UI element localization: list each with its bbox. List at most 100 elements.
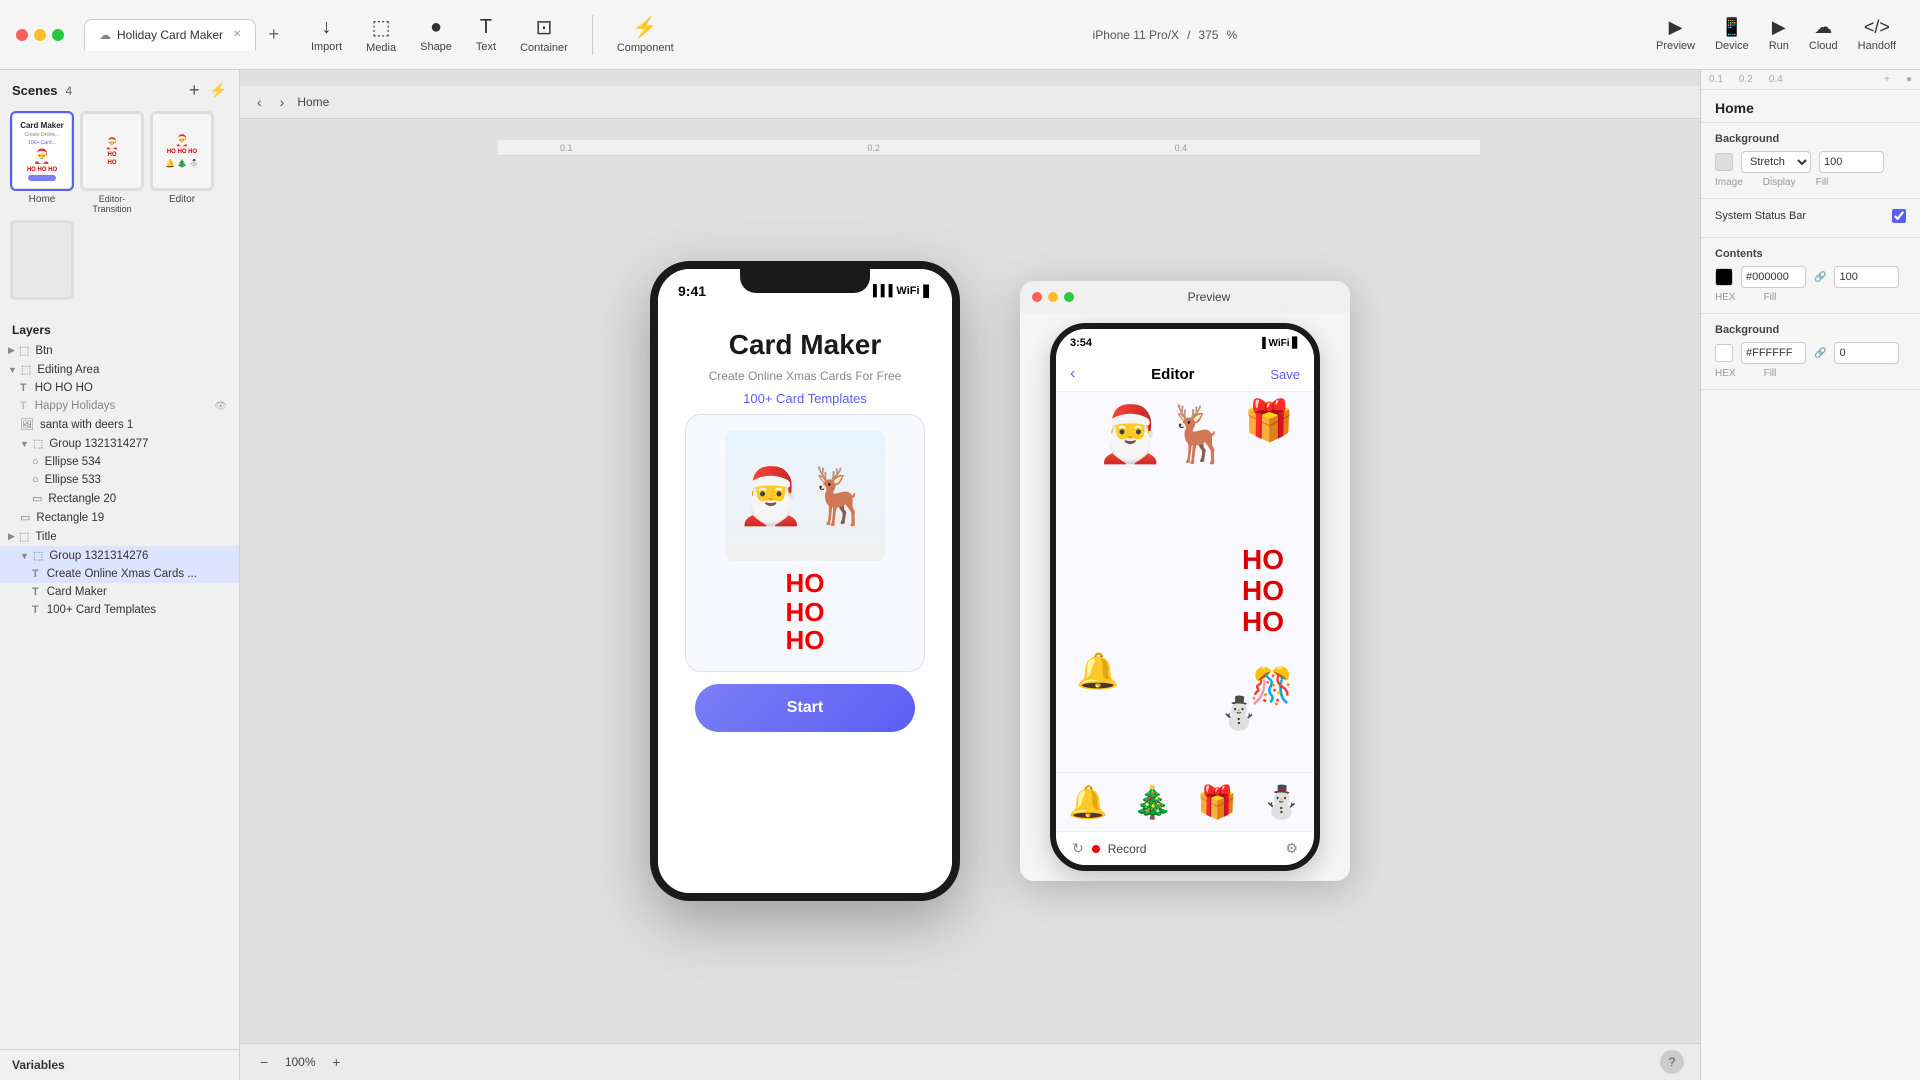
media-label: Media <box>366 42 396 54</box>
right-contents-color-input[interactable] <box>1741 266 1806 288</box>
right-bg-display-select[interactable]: Stretch <box>1741 151 1811 173</box>
tab-close-button[interactable]: ✕ <box>233 29 241 40</box>
component-icon: ⚡ <box>633 15 658 40</box>
layer-happy-holidays-eye-icon: 👁 <box>214 401 227 412</box>
right-contents-fill-input[interactable] <box>1834 266 1899 288</box>
right-contents-hex-label: HEX <box>1715 292 1736 303</box>
zoom-value: 100% <box>280 1055 320 1069</box>
container-tool[interactable]: ⊡ Container <box>520 15 568 54</box>
close-window-control[interactable] <box>16 29 28 41</box>
layer-rectangle-20-rect-icon: ▭ <box>32 492 42 505</box>
cloud-tool[interactable]: ☁ Cloud <box>1809 17 1838 52</box>
preview-sticker-gift[interactable]: 🎁 <box>1197 783 1237 821</box>
layer-create-online-xmas[interactable]: T Create Online Xmas Cards ... <box>0 565 239 583</box>
ruler-plus-icon[interactable]: + <box>1884 74 1890 85</box>
cloud-tab-icon: ☁ <box>99 28 111 42</box>
add-scene-button[interactable]: + <box>189 80 200 101</box>
ho-line3: HO <box>786 626 825 655</box>
preview-sticker-bell[interactable]: 🔔 <box>1068 783 1108 821</box>
scene-thumb-home[interactable]: Card Maker Create Online... 100+ Card...… <box>10 111 74 214</box>
right-bg-fill-input[interactable] <box>1819 151 1884 173</box>
canvas-area: 0.1 0.2 0.4 ‹ › Home 9:41 ▐▐▐ WiFi ▋ <box>240 70 1700 1080</box>
right-bg2-color-input[interactable] <box>1741 342 1806 364</box>
preview-close-control[interactable] <box>1032 292 1042 302</box>
import-tool[interactable]: ↓ Import <box>311 16 342 53</box>
preview-canvas-area: 🎅🦌 🎁 🔔 🎊 ⛄ HO HO <box>1056 392 1314 772</box>
right-contents-swatch[interactable] <box>1715 268 1733 286</box>
layer-rectangle-19[interactable]: ▭ Rectangle 19 <box>0 508 239 527</box>
right-toolbar: ▶ Preview 📱 Device ▶ Run ☁ Cloud </> Han… <box>1656 17 1896 52</box>
canvas-forward-button[interactable]: › <box>275 92 290 112</box>
layer-group-1321314277[interactable]: ▼ ⬚ Group 1321314277 <box>0 434 239 453</box>
scene-thumb-editor-transition[interactable]: 🎅 HO HO Editor-Transition <box>80 111 144 214</box>
start-button[interactable]: Start <box>695 684 915 732</box>
preview-tool[interactable]: ▶ Preview <box>1656 17 1695 52</box>
layer-ho-ho-ho-T-icon: T <box>20 382 27 394</box>
layer-title[interactable]: ▶ ⬚ Title <box>0 527 239 546</box>
right-bg2-swatch[interactable] <box>1715 344 1733 362</box>
canvas-content[interactable]: 9:41 ▐▐▐ WiFi ▋ Card Maker Create Online… <box>240 119 1700 1043</box>
container-label: Container <box>520 42 568 54</box>
layer-ellipse-533[interactable]: ○ Ellipse 533 <box>0 471 239 489</box>
layer-santa-deers[interactable]: 🖼 santa with deers 1 <box>0 415 239 434</box>
layer-editing-area[interactable]: ▼ ⬚ Editing Area <box>0 360 239 379</box>
run-label: Run <box>1769 40 1789 52</box>
ho-line2: HO <box>786 598 825 627</box>
layer-title-label: Title <box>35 531 56 543</box>
right-bg2-fill-input[interactable] <box>1834 342 1899 364</box>
auto-animate-button[interactable]: ⚡ <box>210 82 227 99</box>
handoff-tool[interactable]: </> Handoff <box>1858 17 1896 52</box>
scene-editor-preview: 🎅 HO HO HO 🔔 🎄 ⛄ <box>152 113 212 189</box>
layer-ho-ho-ho[interactable]: T HO HO HO <box>0 379 239 397</box>
layer-100-card-templates[interactable]: T 100+ Card Templates <box>0 601 239 619</box>
active-tab[interactable]: ☁ Holiday Card Maker ✕ <box>84 19 256 51</box>
preview-record-label: Record <box>1108 842 1147 856</box>
media-icon: ⬚ <box>372 15 391 40</box>
help-button[interactable]: ? <box>1660 1050 1684 1074</box>
app-title: Card Maker <box>729 329 882 361</box>
preview-label: Preview <box>1656 40 1695 52</box>
media-tool[interactable]: ⬚ Media <box>366 15 396 54</box>
preview-minimize-control[interactable] <box>1048 292 1058 302</box>
zoom-in-button[interactable]: + <box>328 1052 344 1072</box>
preview-gear-icon[interactable]: ⚙ <box>1285 840 1298 857</box>
layer-ellipse-533-shape-icon: ○ <box>32 474 39 486</box>
canvas-back-button[interactable]: ‹ <box>252 92 267 112</box>
layer-btn[interactable]: ▶ ⬚ Btn <box>0 341 239 360</box>
right-system-status-row: System Status Bar <box>1715 209 1906 223</box>
layer-rectangle-20[interactable]: ▭ Rectangle 20 <box>0 489 239 508</box>
layer-happy-holidays[interactable]: T Happy Holidays 👁 <box>0 397 239 415</box>
preview-sticker-snowman[interactable]: ⛄ <box>1262 783 1302 821</box>
scene-thumb-editor[interactable]: 🎅 HO HO HO 🔔 🎄 ⛄ Editor <box>150 111 214 214</box>
maximize-window-control[interactable] <box>52 29 64 41</box>
ho-text-block: HO HO HO <box>786 569 825 655</box>
preview-refresh-icon[interactable]: ↻ <box>1072 840 1084 857</box>
right-system-status-checkbox[interactable] <box>1892 209 1906 223</box>
text-tool[interactable]: T Text <box>476 16 496 53</box>
layer-ellipse-534[interactable]: ○ Ellipse 534 <box>0 453 239 471</box>
zoom-out-button[interactable]: − <box>256 1052 272 1072</box>
component-tool[interactable]: ⚡ Component <box>617 15 674 54</box>
shape-tool[interactable]: ● Shape <box>420 16 452 53</box>
right-contents-row: 🔗 <box>1715 266 1906 288</box>
preview-snowman-sticker: ⛄ <box>1219 694 1259 732</box>
device-tool[interactable]: 📱 Device <box>1715 17 1749 52</box>
minimize-window-control[interactable] <box>34 29 46 41</box>
layer-card-maker[interactable]: T Card Maker <box>0 583 239 601</box>
right-display-label: Display <box>1763 177 1796 188</box>
layer-editing-area-group-icon: ⬚ <box>21 363 31 376</box>
cloud-icon: ☁ <box>1814 17 1832 38</box>
layer-group-1321314276[interactable]: ▼ ⬚ Group 1321314276 <box>0 546 239 565</box>
layer-100-card-templates-T-icon: T <box>32 604 39 616</box>
preview-maximize-control[interactable] <box>1064 292 1074 302</box>
scene-home-label: Home <box>29 194 56 205</box>
right-bg-image-swatch[interactable] <box>1715 153 1733 171</box>
preview-sticker-ornament[interactable]: 🎄 <box>1133 783 1173 821</box>
run-tool[interactable]: ▶ Run <box>1769 17 1789 52</box>
new-tab-button[interactable]: + <box>260 20 287 49</box>
preview-save-button[interactable]: Save <box>1270 367 1300 382</box>
preview-santa-sticker: 🎅🦌 <box>1096 402 1233 467</box>
device-name: iPhone 11 Pro/X <box>1093 28 1180 42</box>
scene-thumb-blank[interactable] <box>10 220 74 303</box>
app-templates-link[interactable]: 100+ Card Templates <box>743 391 867 406</box>
